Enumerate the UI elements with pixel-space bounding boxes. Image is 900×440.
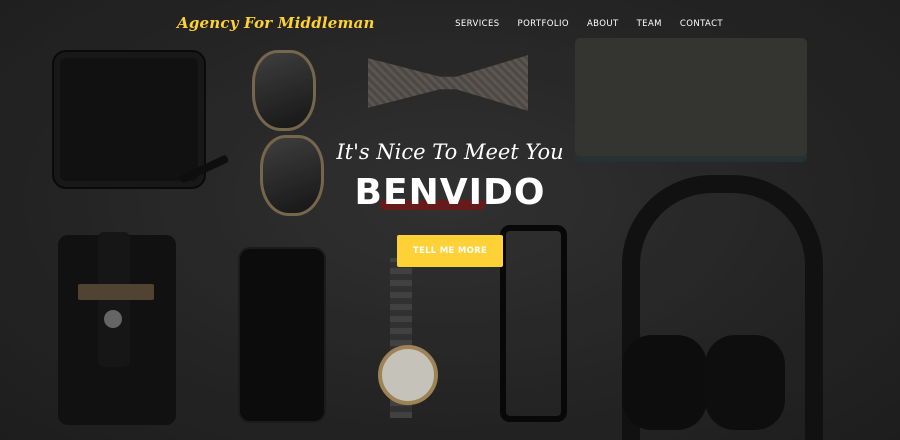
nav-link-services[interactable]: SERVICES [455, 19, 499, 29]
main-navigation: SERVICES PORTFOLIO ABOUT TEAM CONTACT [455, 19, 723, 29]
tell-me-more-button[interactable]: TELL ME MORE [397, 235, 503, 267]
brand-logo-link[interactable]: Agency For Middleman [177, 14, 375, 32]
hero-heading: BENVIDO [354, 172, 546, 213]
nav-link-contact[interactable]: CONTACT [680, 19, 723, 29]
nav-link-portfolio[interactable]: PORTFOLIO [518, 19, 569, 29]
nav-link-about[interactable]: ABOUT [587, 19, 619, 29]
hero-overlay [0, 0, 900, 440]
hero-section: Agency For Middleman SERVICES PORTFOLIO … [0, 0, 900, 440]
hero-lead-text: It's Nice To Meet You [336, 140, 564, 164]
nav-link-team[interactable]: TEAM [637, 19, 662, 29]
